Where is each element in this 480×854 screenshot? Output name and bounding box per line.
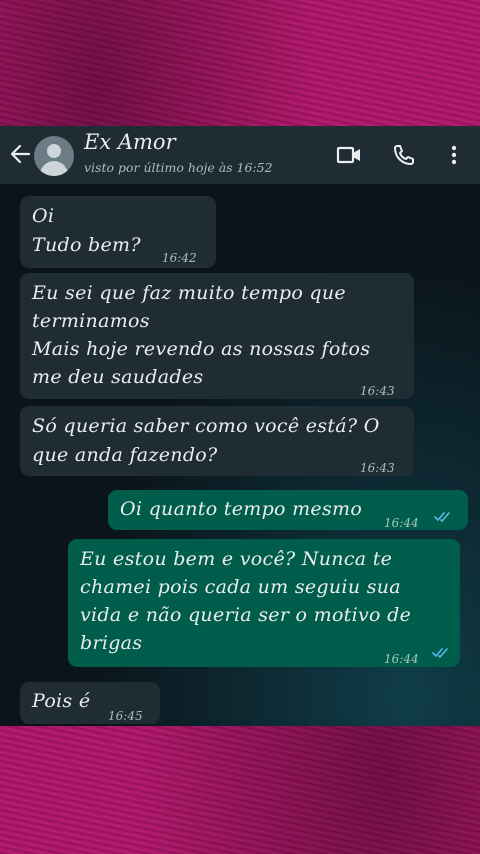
message-bubble-incoming[interactable]: Oi Tudo bem? 16:42 (20, 196, 216, 268)
message-bubble-incoming[interactable]: Só queria saber como você está? O que an… (20, 406, 414, 476)
contact-name[interactable]: Ex Amor (84, 130, 176, 154)
message-text: Eu estou bem e você? Nunca te chamei poi… (80, 548, 412, 654)
message-bubble-incoming[interactable]: Pois é 16:45 (20, 682, 160, 724)
double-check-icon (432, 648, 448, 658)
message-bubble-outgoing[interactable]: Eu estou bem e você? Nunca te chamei poi… (68, 539, 460, 667)
last-seen-status: visto por último hoje às 16:52 (84, 160, 273, 175)
message-time: 16:42 (162, 251, 197, 265)
more-options-icon[interactable] (446, 143, 462, 167)
phone-call-icon[interactable] (392, 143, 418, 167)
chat-header: Ex Amor visto por último hoje às 16:52 (0, 126, 480, 184)
video-call-icon[interactable] (336, 143, 362, 167)
message-time: 16:44 (384, 516, 419, 530)
message-time: 16:45 (108, 709, 143, 723)
message-bubble-outgoing[interactable]: Oi quanto tempo mesmo 16:44 (108, 490, 468, 530)
message-text: Só queria saber como você está? O que an… (32, 415, 380, 466)
message-time: 16:43 (360, 461, 395, 475)
message-time: 16:43 (360, 384, 395, 398)
chat-screen: Ex Amor visto por último hoje às 16:52 O… (0, 126, 480, 726)
avatar-icon[interactable] (34, 136, 74, 176)
message-time: 16:44 (384, 652, 419, 666)
double-check-icon (434, 512, 450, 522)
message-bubble-incoming[interactable]: Eu sei que faz muito tempo que terminamo… (20, 273, 414, 399)
message-text: Eu sei que faz muito tempo que terminamo… (32, 282, 371, 388)
back-arrow-icon[interactable] (8, 141, 32, 167)
